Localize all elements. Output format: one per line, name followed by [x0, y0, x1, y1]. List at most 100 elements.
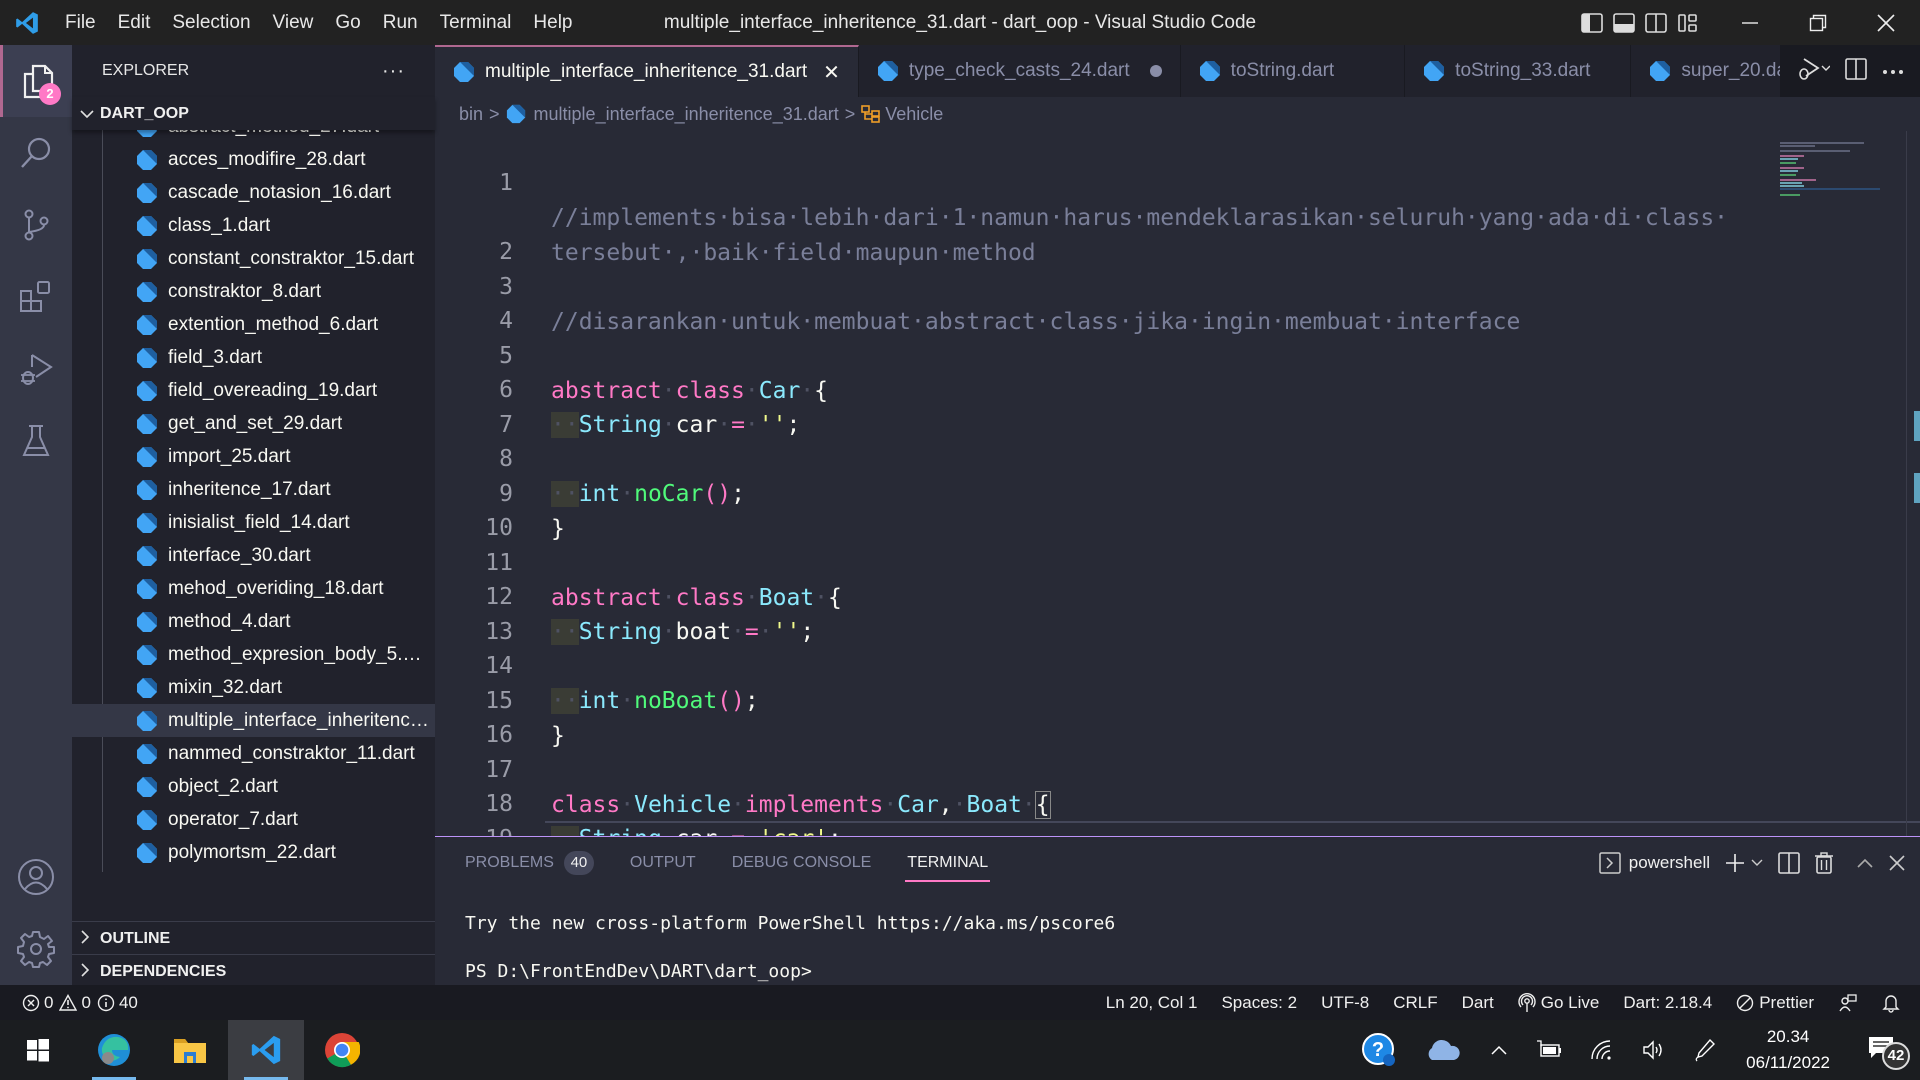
file-item[interactable]: polymortsm_pt2_23.dart — [72, 869, 435, 872]
tab-terminal[interactable]: TERMINAL — [905, 837, 991, 889]
menu-help[interactable]: Help — [522, 0, 583, 45]
explorer-more-actions-button[interactable]: ··· — [382, 60, 405, 83]
file-item[interactable]: import_25.dart — [72, 440, 435, 473]
volume-tray-icon[interactable] — [1642, 1039, 1666, 1061]
activity-testing[interactable] — [0, 405, 72, 477]
file-item[interactable]: abstract_method_27.dart — [72, 130, 435, 143]
start-button[interactable] — [0, 1020, 76, 1080]
file-item[interactable]: operator_7.dart — [72, 803, 435, 836]
close-panel-button[interactable] — [1888, 854, 1906, 872]
activity-explorer[interactable]: 2 — [0, 45, 72, 117]
toggle-primary-sidebar-button[interactable] — [1576, 0, 1608, 45]
file-item[interactable]: nammed_constraktor_11.dart — [72, 737, 435, 770]
file-item[interactable]: extention_method_6.dart — [72, 308, 435, 341]
taskbar-vscode[interactable] — [228, 1020, 304, 1080]
prettier-status[interactable]: Prettier — [1736, 993, 1814, 1013]
taskbar-file-explorer[interactable] — [152, 1020, 228, 1080]
activity-search[interactable] — [0, 117, 72, 189]
menu-file[interactable]: File — [54, 0, 107, 45]
folder-header[interactable]: DART_OOP — [72, 97, 435, 130]
encoding[interactable]: UTF-8 — [1321, 993, 1369, 1013]
dart-sdk-version[interactable]: Dart: 2.18.4 — [1623, 993, 1712, 1013]
onedrive-tray-icon[interactable] — [1424, 1038, 1462, 1062]
customize-layout-button[interactable] — [1672, 0, 1704, 45]
feedback-button[interactable] — [1838, 993, 1858, 1013]
line-ending[interactable]: CRLF — [1393, 993, 1437, 1013]
close-window-button[interactable] — [1852, 0, 1920, 45]
breadcrumb-symbol[interactable]: Vehicle — [885, 104, 943, 125]
file-item[interactable]: interface_30.dart — [72, 539, 435, 572]
outline-section[interactable]: OUTLINE — [72, 921, 435, 955]
file-item[interactable]: polymortsm_22.dart — [72, 836, 435, 869]
cursor-position[interactable]: Ln 20, Col 1 — [1106, 993, 1198, 1013]
toggle-panel-button[interactable] — [1608, 0, 1640, 45]
go-live-button[interactable]: Go Live — [1518, 993, 1599, 1013]
terminal-prompt[interactable]: PS D:\FrontEndDev\DART\dart_oop> — [465, 961, 812, 982]
tab-problems[interactable]: PROBLEMS 40 — [465, 837, 594, 889]
more-actions-button[interactable] — [1882, 62, 1904, 80]
close-icon[interactable]: ✕ — [823, 60, 840, 85]
minimize-button[interactable] — [1716, 0, 1784, 45]
file-item[interactable]: acces_modifire_28.dart — [72, 143, 435, 176]
activity-source-control[interactable] — [0, 189, 72, 261]
menu-view[interactable]: View — [262, 0, 325, 45]
breadcrumb-folder[interactable]: bin — [459, 104, 483, 125]
kill-terminal-button[interactable] — [1814, 852, 1834, 874]
file-item[interactable]: constant_constraktor_15.dart — [72, 242, 435, 275]
dependencies-section[interactable]: DEPENDENCIES — [72, 954, 435, 988]
menu-go[interactable]: Go — [324, 0, 371, 45]
file-item[interactable]: inisialist_field_14.dart — [72, 506, 435, 539]
tab-multiple-interface-inheritence[interactable]: multiple_interface_inheritence_31.dart ✕ — [435, 45, 859, 97]
activity-accounts[interactable] — [0, 841, 72, 913]
tab-tostring-33[interactable]: toString_33.dart — [1405, 45, 1632, 97]
menu-selection[interactable]: Selection — [161, 0, 261, 45]
menu-edit[interactable]: Edit — [107, 0, 162, 45]
file-item[interactable]: mehod_overiding_18.dart — [72, 572, 435, 605]
file-item[interactable]: mixin_32.dart — [72, 671, 435, 704]
activity-manage[interactable] — [0, 913, 72, 985]
toggle-secondary-sidebar-button[interactable] — [1640, 0, 1672, 45]
run-debug-button[interactable] — [1796, 56, 1831, 87]
unsaved-dot-icon[interactable] — [1149, 65, 1162, 77]
maximize-panel-button[interactable] — [1856, 857, 1874, 869]
activity-extensions[interactable] — [0, 261, 72, 333]
tab-output[interactable]: OUTPUT — [630, 837, 696, 889]
file-item[interactable]: object_2.dart — [72, 770, 435, 803]
activity-run-debug[interactable] — [0, 333, 72, 405]
wifi-tray-icon[interactable] — [1590, 1039, 1614, 1061]
menu-terminal[interactable]: Terminal — [429, 0, 523, 45]
pen-tray-icon[interactable] — [1694, 1038, 1716, 1062]
editor-scrollbar[interactable] — [1906, 131, 1920, 836]
tab-tostring[interactable]: toString.dart — [1181, 45, 1406, 97]
file-item[interactable]: field_3.dart — [72, 341, 435, 374]
taskbar-edge[interactable] — [76, 1020, 152, 1080]
language-mode[interactable]: Dart — [1462, 993, 1494, 1013]
menu-run[interactable]: Run — [372, 0, 429, 45]
terminal-selector[interactable]: powershell — [1598, 852, 1710, 874]
tab-debug-console[interactable]: DEBUG CONSOLE — [732, 837, 872, 889]
notification-center-button[interactable]: 42 — [1860, 1020, 1910, 1080]
new-terminal-button[interactable] — [1724, 852, 1764, 874]
breadcrumb-file[interactable]: multiple_interface_inheritence_31.dart — [534, 104, 839, 125]
problems-status[interactable]: 0 0 40 — [0, 993, 138, 1013]
notifications-button[interactable] — [1882, 993, 1900, 1013]
tab-type-check-casts[interactable]: type_check_casts_24.dart — [859, 45, 1181, 97]
file-item[interactable]: method_4.dart — [72, 605, 435, 638]
file-item[interactable]: cascade_notasion_16.dart — [72, 176, 435, 209]
file-item[interactable]: field_overeading_19.dart — [72, 374, 435, 407]
file-item[interactable]: inheritence_17.dart — [72, 473, 435, 506]
file-item[interactable]: method_expresion_body_5.dart — [72, 638, 435, 671]
code-editor[interactable]: 1 //implements·bisa·lebih·dari·1·namun·h… — [435, 131, 1920, 836]
show-hidden-icons-button[interactable] — [1490, 1044, 1508, 1056]
file-item[interactable]: constraktor_8.dart — [72, 275, 435, 308]
restore-button[interactable] — [1784, 0, 1852, 45]
battery-tray-icon[interactable] — [1536, 1040, 1562, 1060]
help-tray-icon[interactable]: ? — [1362, 1033, 1396, 1067]
file-item[interactable]: multiple_interface_inheritence_31.dart — [72, 704, 435, 737]
file-item[interactable]: get_and_set_29.dart — [72, 407, 435, 440]
split-terminal-button[interactable] — [1778, 852, 1800, 874]
taskbar-chrome[interactable] — [304, 1020, 380, 1080]
minimap[interactable] — [1780, 131, 1880, 836]
indentation[interactable]: Spaces: 2 — [1221, 993, 1297, 1013]
clock[interactable]: 20.34 06/11/2022 — [1746, 1024, 1830, 1076]
